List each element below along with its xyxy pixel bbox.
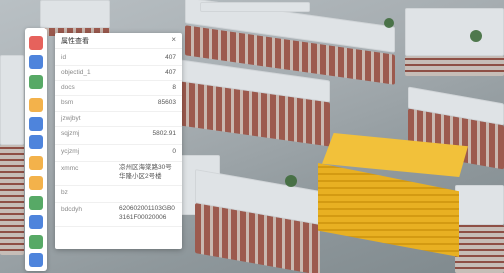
panel-header: 属性查看 × (55, 33, 182, 49)
attribute-value: 620602001103GB03161F00020006 (119, 205, 175, 221)
panel-title: 属性查看 (61, 38, 89, 45)
tree (470, 30, 482, 42)
attribute-row: bz (55, 185, 182, 203)
attribute-value: 5802.91 (152, 130, 177, 137)
tree (285, 175, 297, 187)
attribute-value: 407 (165, 54, 176, 61)
tag-icon[interactable] (29, 55, 43, 69)
attribute-row: bsm 85603 (55, 95, 182, 112)
attribute-key: bdcdyh (61, 206, 82, 213)
close-icon[interactable]: × (171, 35, 176, 44)
building-roof (0, 55, 24, 145)
attribute-key: jzwjbyt (61, 115, 81, 122)
attribute-value: 407 (165, 69, 176, 76)
attribute-value: 8 (172, 84, 176, 91)
settings-icon[interactable] (29, 253, 43, 267)
database-icon[interactable] (29, 235, 43, 249)
attribute-key: docs (61, 84, 75, 91)
attribute-row: objectid_1 407 (55, 65, 182, 81)
attribute-key: bsm (61, 99, 74, 106)
attribute-key: bz (61, 189, 68, 196)
person-icon[interactable] (29, 196, 43, 210)
attribute-row: docs 8 (55, 80, 182, 96)
attribute-row: id 407 (55, 50, 182, 66)
compass-icon[interactable] (29, 156, 43, 170)
location-icon[interactable] (29, 98, 43, 112)
attribute-key: ycjzmj (61, 148, 80, 155)
attribute-key: objectid_1 (61, 69, 91, 76)
attribute-key: xmmc (61, 165, 79, 172)
selected-building[interactable] (318, 133, 470, 257)
building-roof (405, 8, 504, 56)
folder-icon[interactable] (29, 176, 43, 190)
building-roof (200, 2, 310, 12)
attribute-value: 0 (172, 148, 176, 155)
map-toolbar (25, 28, 47, 271)
selected-building-facade (318, 163, 459, 257)
grid-icon[interactable] (29, 75, 43, 89)
attribute-row: xmmc 凉州区海棠路30号华隆小区2号楼 (55, 161, 182, 186)
document-icon[interactable] (29, 117, 43, 131)
attribute-row: sqjzmj 5802.91 (55, 126, 182, 145)
attribute-value: 凉州区海棠路30号华隆小区2号楼 (119, 164, 172, 180)
attribute-row: ycjzmj 0 (55, 144, 182, 162)
attribute-key: sqjzmj (61, 130, 80, 137)
edit-icon[interactable] (29, 135, 43, 149)
attribute-row: jzwjbyt (55, 111, 182, 127)
attribute-panel: 属性查看 × id 407 objectid_1 407 docs 8 bsm 85603 jz… (55, 33, 182, 249)
building-facade (405, 56, 504, 76)
layers-icon[interactable] (29, 36, 43, 50)
attribute-row: bdcdyh 620602001103GB03161F00020006 (55, 202, 182, 227)
attribute-value: 85603 (157, 99, 176, 106)
attribute-key: id (61, 54, 67, 61)
tree (384, 18, 394, 28)
building-facade (0, 145, 24, 255)
chat-icon[interactable] (29, 215, 43, 229)
building-roof (40, 0, 110, 28)
